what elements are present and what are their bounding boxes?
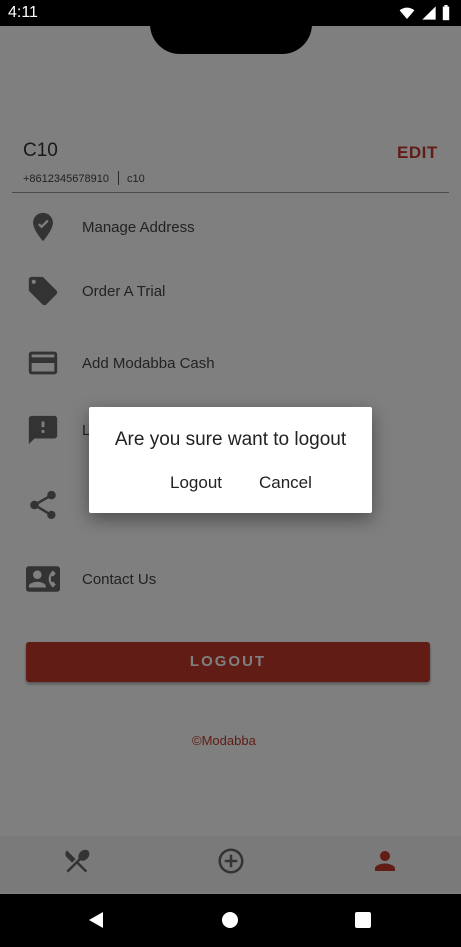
- dialog-message: Are you sure want to logout: [114, 429, 347, 450]
- camera-notch: [150, 0, 312, 54]
- signal-icon: [421, 6, 436, 20]
- back-icon[interactable]: [86, 910, 106, 930]
- system-nav-bar: [0, 894, 461, 947]
- status-time: 4:11: [8, 4, 38, 21]
- status-icons: [398, 5, 451, 26]
- dialog-cancel-button[interactable]: Cancel: [259, 473, 312, 493]
- recents-icon[interactable]: [354, 911, 372, 929]
- home-icon[interactable]: [221, 911, 239, 929]
- logout-confirm-dialog: Are you sure want to logout Logout Cance…: [89, 407, 372, 513]
- wifi-icon: [399, 7, 415, 19]
- dialog-logout-button[interactable]: Logout: [170, 473, 222, 493]
- battery-icon: [442, 5, 450, 21]
